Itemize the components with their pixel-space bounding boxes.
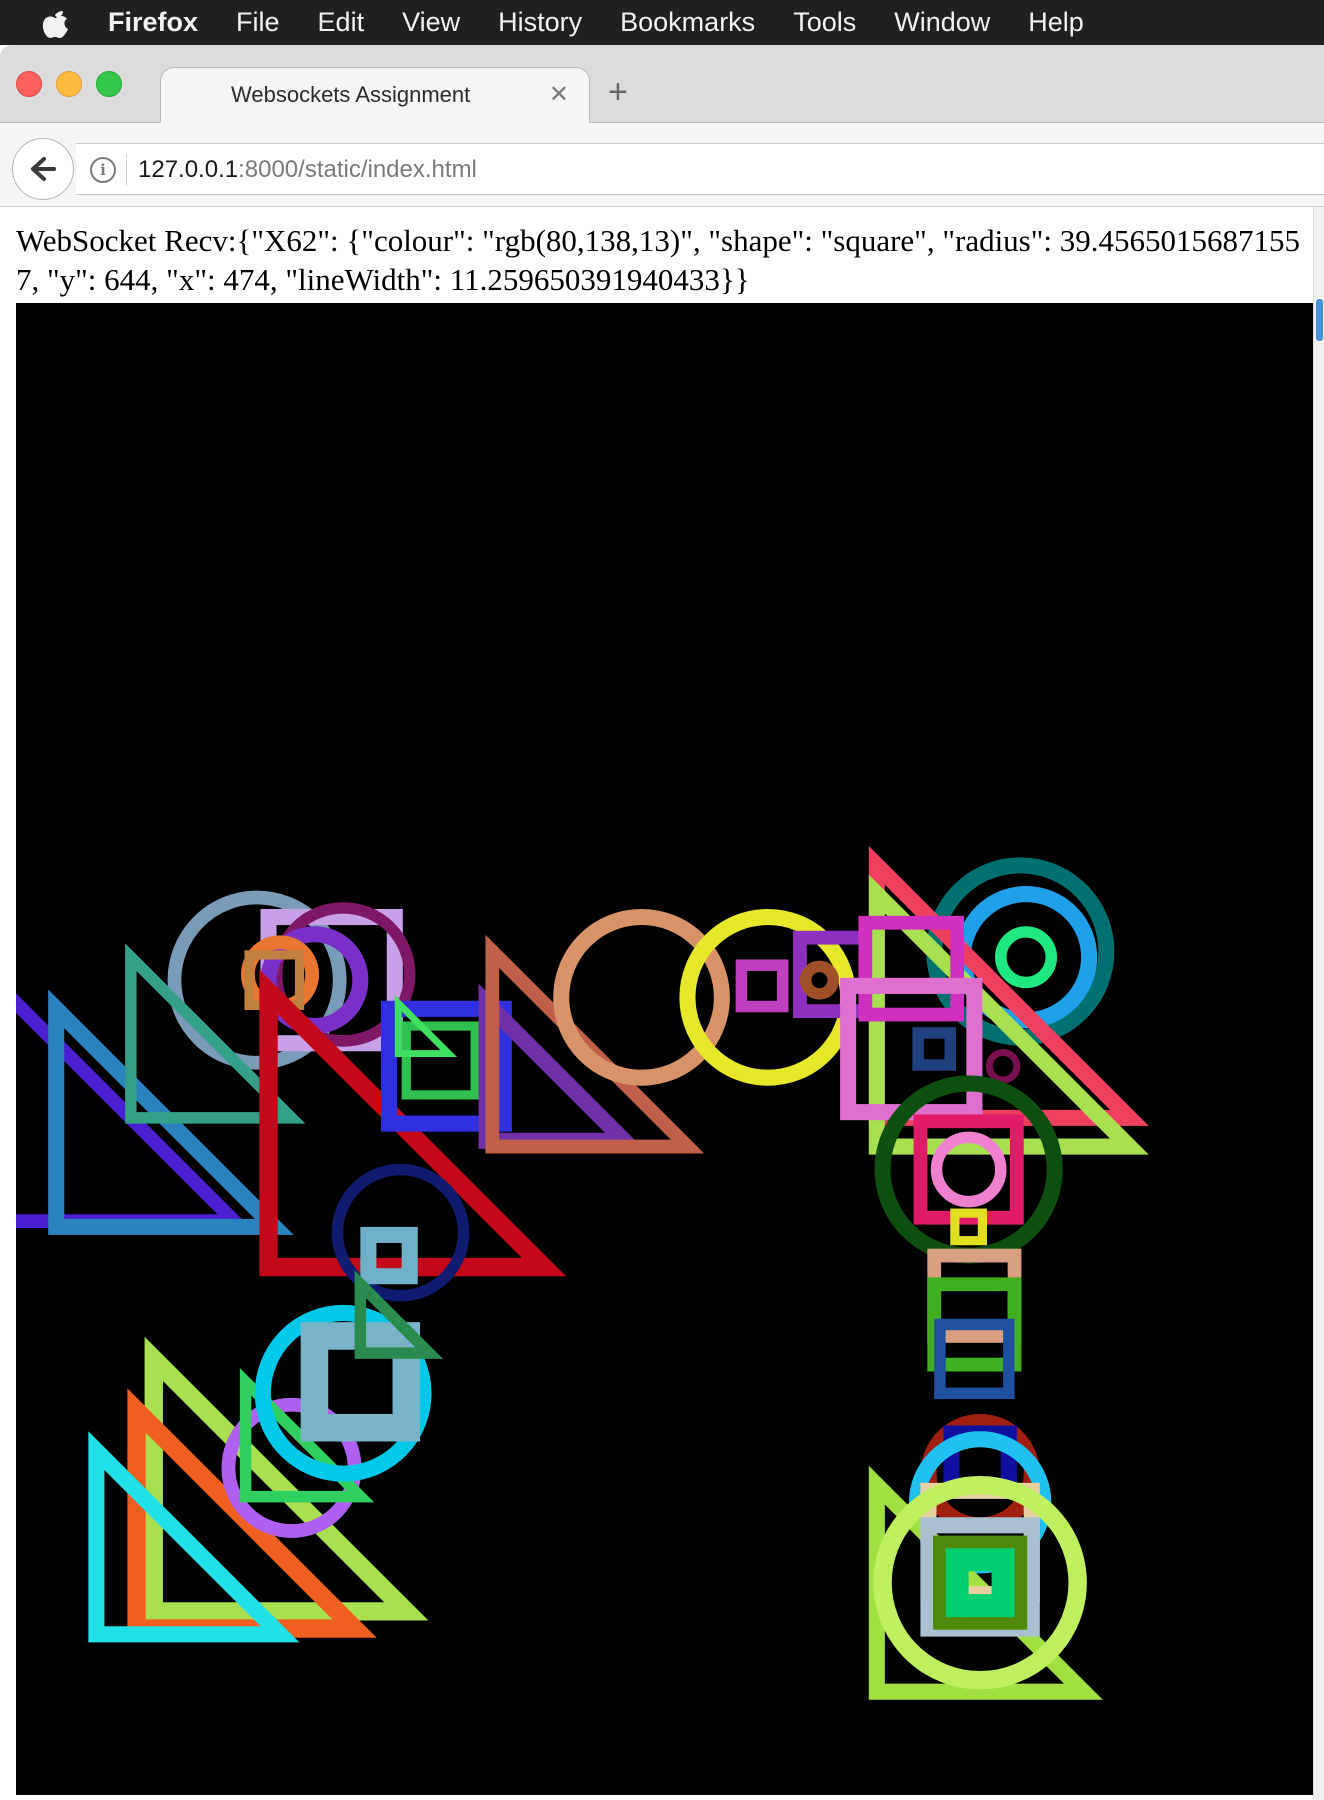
page-content: WebSocket Recv:{"X62": {"colour": "rgb(8… — [0, 207, 1324, 1800]
menu-view[interactable]: View — [402, 7, 460, 38]
square-shape-19 — [735, 959, 789, 1013]
websocket-message: WebSocket Recv:{"X62": {"colour": "rgb(8… — [16, 223, 1301, 297]
square-shape-34 — [950, 1208, 988, 1246]
url-bar[interactable]: i 127.0.0.1:8000/static/index.html — [76, 143, 1324, 195]
menu-help[interactable]: Help — [1028, 7, 1084, 38]
menu-edit[interactable]: Edit — [318, 7, 365, 38]
vertical-scrollbar[interactable] — [1313, 207, 1324, 1800]
navigation-toolbar: i 127.0.0.1:8000/static/index.html — [0, 123, 1324, 207]
drawing-canvas[interactable] — [0, 303, 1313, 1795]
circle-shape-30 — [985, 1049, 1021, 1084]
menu-window[interactable]: Window — [894, 7, 990, 38]
circle-shape-21 — [799, 960, 839, 1000]
browser-window: Websockets Assignment ✕ + i 127.0.0.1:80… — [0, 45, 1324, 1800]
tab-strip: Websockets Assignment ✕ + — [0, 45, 1324, 124]
info-icon[interactable]: i — [90, 157, 116, 183]
square-shape-29 — [912, 1027, 957, 1071]
macos-menubar: Firefox File Edit View History Bookmarks… — [0, 0, 1324, 45]
zoom-window-button[interactable] — [96, 71, 122, 97]
tab-websockets-assignment[interactable]: Websockets Assignment ✕ — [160, 67, 590, 124]
close-window-button[interactable] — [16, 71, 42, 97]
shapes-layer — [0, 845, 1149, 1700]
circle-shape-17 — [553, 908, 730, 1086]
menu-bookmarks[interactable]: Bookmarks — [620, 7, 755, 38]
circle-shape-24 — [995, 926, 1058, 989]
arrow-left-icon — [31, 157, 56, 181]
back-button[interactable] — [12, 138, 74, 200]
menu-firefox[interactable]: Firefox — [108, 7, 198, 38]
square-shape-11 — [401, 1021, 480, 1100]
url-host: 127.0.0.1 — [138, 156, 239, 183]
menu-history[interactable]: History — [498, 7, 582, 38]
square-shape-14 — [360, 1226, 418, 1285]
apple-logo-icon[interactable] — [38, 6, 72, 40]
new-tab-button[interactable]: + — [608, 75, 628, 109]
menu-tools[interactable]: Tools — [793, 7, 856, 38]
url-path: :8000/static/index.html — [238, 156, 477, 183]
scrollbar-thumb[interactable] — [1316, 299, 1323, 341]
url-separator — [126, 154, 127, 186]
minimize-window-button[interactable] — [56, 71, 82, 97]
triangle-shape-47 — [144, 1336, 429, 1621]
url-text[interactable]: 127.0.0.1:8000/static/index.html — [138, 156, 477, 184]
tab-title: Websockets Assignment — [231, 82, 471, 107]
close-tab-icon[interactable]: ✕ — [549, 80, 569, 109]
apple-logo-icon-graphic — [42, 10, 68, 38]
menu-file[interactable]: File — [236, 7, 280, 38]
